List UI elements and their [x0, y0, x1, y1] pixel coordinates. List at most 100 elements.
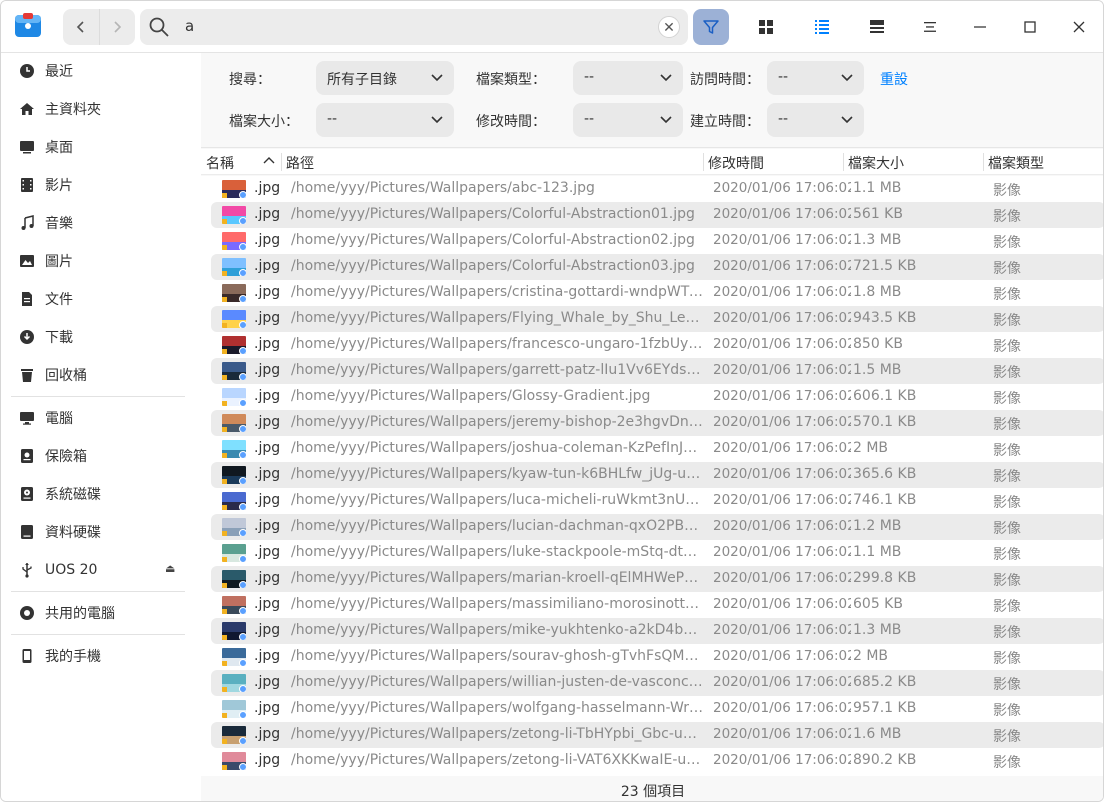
column-divider[interactable]: [983, 153, 984, 171]
table-row[interactable]: .jpg/home/yyy/Pictures/Wallpapers/garret…: [211, 358, 1103, 384]
file-size: 943.5 KB: [853, 310, 917, 326]
modify-time-select[interactable]: --: [573, 103, 683, 137]
file-modified: 2020/01/06 17:06:02: [713, 466, 851, 482]
image-thumbnail-icon: [222, 466, 246, 484]
sidebar-item-system-disk[interactable]: 系統磁碟: [19, 480, 189, 508]
file-size: 890.2 KB: [853, 752, 917, 768]
table-row[interactable]: .jpg/home/yyy/Pictures/Wallpapers/zetong…: [211, 722, 1103, 748]
title-bar: a ✕: [1, 1, 1103, 53]
sidebar-item-pictures[interactable]: 圖片: [19, 247, 189, 275]
column-header-size[interactable]: 檔案大小: [848, 153, 904, 173]
table-row[interactable]: .jpg/home/yyy/Pictures/Wallpapers/Flying…: [211, 306, 1103, 332]
maximize-icon: [1024, 21, 1036, 33]
reset-filters-link[interactable]: 重設: [880, 69, 908, 89]
chevron-down-icon: [841, 74, 853, 82]
file-type: 影像: [993, 417, 1021, 433]
search-scope-select[interactable]: 所有子目錄: [316, 61, 454, 95]
access-time-select[interactable]: --: [767, 61, 864, 95]
file-size: 570.1 KB: [853, 414, 917, 430]
app-logo-icon[interactable]: [13, 11, 43, 41]
file-type: 影像: [993, 521, 1021, 537]
table-row[interactable]: .jpg/home/yyy/Pictures/Wallpapers/luke-s…: [211, 540, 1103, 566]
table-row[interactable]: .jpg/home/yyy/Pictures/Wallpapers/abc-12…: [211, 176, 1103, 202]
file-name: .jpg: [254, 674, 281, 690]
column-header-name[interactable]: 名稱: [206, 153, 234, 173]
sidebar-item-phone[interactable]: 我的手機: [19, 642, 189, 670]
eject-button[interactable]: ⏏: [165, 562, 175, 575]
sidebar-item-recent[interactable]: 最近: [19, 57, 189, 85]
file-modified: 2020/01/06 17:06:02: [713, 700, 851, 716]
create-time-select[interactable]: --: [767, 103, 864, 137]
column-divider[interactable]: [281, 153, 282, 171]
table-row[interactable]: .jpg/home/yyy/Pictures/Wallpapers/kyaw-t…: [211, 462, 1103, 488]
image-thumbnail-icon: [222, 440, 246, 458]
sidebar-item-vault[interactable]: 保險箱: [19, 442, 189, 470]
sidebar-item-downloads[interactable]: 下載: [19, 323, 189, 351]
table-row[interactable]: .jpg/home/yyy/Pictures/Wallpapers/luca-m…: [211, 488, 1103, 514]
link-badge-icon: [239, 451, 246, 458]
file-name: .jpg: [254, 622, 281, 638]
table-row[interactable]: .jpg/home/yyy/Pictures/Wallpapers/joshua…: [211, 436, 1103, 462]
table-row[interactable]: .jpg/home/yyy/Pictures/Wallpapers/marian…: [211, 566, 1103, 592]
table-row[interactable]: .jpg/home/yyy/Pictures/Wallpapers/zetong…: [211, 748, 1103, 774]
file-size-select[interactable]: --: [316, 103, 454, 137]
table-row[interactable]: .jpg/home/yyy/Pictures/Wallpapers/massim…: [211, 592, 1103, 618]
minimize-button[interactable]: [962, 9, 998, 45]
sidebar-item-computer[interactable]: 電腦: [19, 404, 189, 432]
file-path: /home/yyy/Pictures/Wallpapers/zetong-li-…: [291, 726, 703, 742]
table-row[interactable]: .jpg/home/yyy/Pictures/Wallpapers/Colorf…: [211, 202, 1103, 228]
file-path: /home/yyy/Pictures/Wallpapers/sourav-gho…: [291, 648, 703, 664]
sidebar-item-videos[interactable]: 影片: [19, 171, 189, 199]
detail-view-button[interactable]: [859, 9, 895, 45]
column-header-path[interactable]: 路徑: [286, 153, 314, 173]
file-modified: 2020/01/06 17:06:02: [713, 752, 851, 768]
table-row[interactable]: .jpg/home/yyy/Pictures/Wallpapers/wolfga…: [211, 696, 1103, 722]
column-header-type[interactable]: 檔案類型: [988, 153, 1044, 173]
file-type: 影像: [993, 287, 1021, 303]
table-row[interactable]: .jpg/home/yyy/Pictures/Wallpapers/cristi…: [211, 280, 1103, 306]
chevron-right-icon: [114, 21, 122, 33]
main-menu-button[interactable]: [912, 9, 948, 45]
sidebar-item-data-disk[interactable]: 資料硬碟: [19, 518, 189, 546]
file-type-select[interactable]: --: [573, 61, 683, 95]
back-button[interactable]: [63, 9, 99, 45]
file-modified: 2020/01/06 17:06:02: [713, 388, 851, 404]
table-row[interactable]: .jpg/home/yyy/Pictures/Wallpapers/france…: [211, 332, 1103, 358]
icon-view-button[interactable]: [748, 9, 784, 45]
table-row[interactable]: .jpg/home/yyy/Pictures/Wallpapers/mike-y…: [211, 618, 1103, 644]
file-name: .jpg: [254, 310, 281, 326]
sidebar-item-trash[interactable]: 回收桶: [19, 361, 189, 389]
sidebar-item-desktop[interactable]: 桌面: [19, 133, 189, 161]
column-header-modified[interactable]: 修改時間: [708, 153, 764, 173]
search-bar[interactable]: a ✕: [140, 9, 688, 45]
advanced-filter-button[interactable]: [693, 9, 729, 45]
sidebar-item-music[interactable]: 音樂: [19, 209, 189, 237]
table-row[interactable]: .jpg/home/yyy/Pictures/Wallpapers/Colorf…: [211, 228, 1103, 254]
image-thumbnail-icon: [222, 752, 246, 770]
table-row[interactable]: .jpg/home/yyy/Pictures/Wallpapers/willia…: [211, 670, 1103, 696]
list-view-button[interactable]: [804, 9, 840, 45]
phone-icon: [19, 648, 35, 664]
table-row[interactable]: .jpg/home/yyy/Pictures/Wallpapers/sourav…: [211, 644, 1103, 670]
sidebar-item-label: 下載: [45, 330, 73, 346]
search-input[interactable]: a: [185, 17, 194, 35]
access-time-label: 訪問時間：: [690, 72, 760, 88]
table-row[interactable]: .jpg/home/yyy/Pictures/Wallpapers/Glossy…: [211, 384, 1103, 410]
sidebar-item-home[interactable]: 主資料夾: [19, 95, 189, 123]
table-row[interactable]: .jpg/home/yyy/Pictures/Wallpapers/Colorf…: [211, 254, 1103, 280]
column-divider[interactable]: [843, 153, 844, 171]
music-icon: [19, 215, 35, 231]
file-size: 1.3 MB: [853, 232, 902, 248]
sidebar-item-documents[interactable]: 文件: [19, 285, 189, 313]
sidebar-item-network[interactable]: 共用的電腦: [19, 599, 189, 627]
close-window-button[interactable]: [1061, 9, 1097, 45]
sidebar-item-usb-drive[interactable]: UOS 20: [19, 556, 189, 584]
forward-button[interactable]: [99, 9, 135, 45]
sidebar-item-label: 桌面: [45, 140, 73, 156]
column-divider[interactable]: [703, 153, 704, 171]
table-row[interactable]: .jpg/home/yyy/Pictures/Wallpapers/lucian…: [211, 514, 1103, 540]
table-row[interactable]: .jpg/home/yyy/Pictures/Wallpapers/jeremy…: [211, 410, 1103, 436]
clear-search-button[interactable]: ✕: [658, 16, 680, 38]
maximize-button[interactable]: [1012, 9, 1048, 45]
file-path: /home/yyy/Pictures/Wallpapers/luke-stack…: [291, 544, 703, 560]
